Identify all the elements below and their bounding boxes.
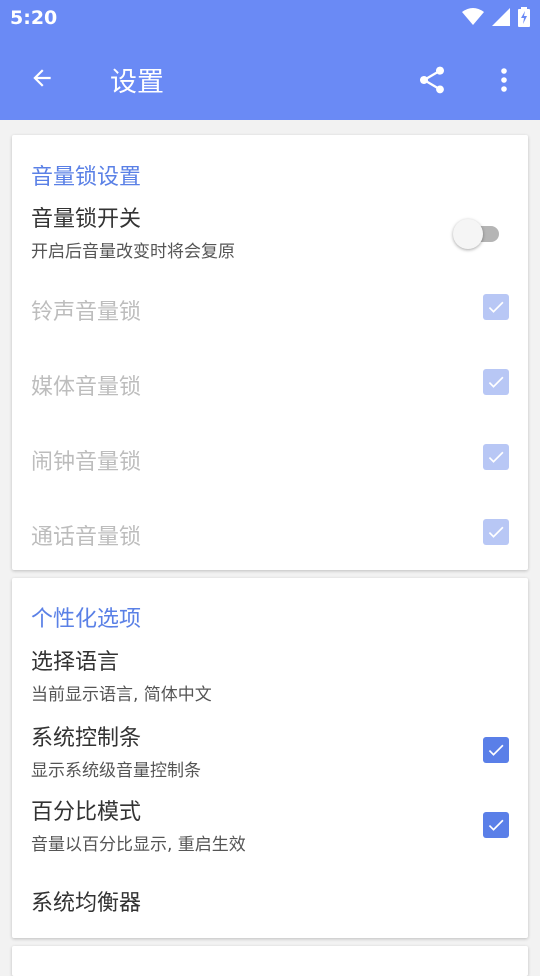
- more-vert-icon: [501, 68, 507, 92]
- equalizer-title: 系统均衡器: [31, 891, 142, 916]
- call-lock-checkbox[interactable]: [483, 519, 509, 545]
- language-title: 选择语言: [31, 650, 120, 675]
- equalizer-row[interactable]: 系统均衡器: [12, 876, 528, 930]
- status-bar: 5:20: [0, 0, 540, 36]
- percent-mode-row[interactable]: 百分比模式 音量以百分比显示, 重启生效: [12, 790, 528, 860]
- volume-lock-switch-summary: 开启后音量改变时将会复原: [31, 242, 235, 262]
- signal-icon: [492, 8, 510, 26]
- check-icon: [488, 526, 504, 538]
- share-icon: [420, 66, 444, 94]
- arrow-left-icon: [33, 69, 51, 87]
- status-icons: [462, 7, 530, 27]
- volume-lock-toggle[interactable]: [453, 219, 503, 249]
- volume-lock-card: 音量锁设置 音量锁开关 开启后音量改变时将会复原 铃声音量锁 媒体音量锁 闹钟音…: [12, 135, 528, 570]
- percent-mode-checkbox[interactable]: [483, 812, 509, 838]
- check-icon: [488, 376, 504, 388]
- section-title-volume-lock: 音量锁设置: [31, 165, 142, 190]
- battery-charging-icon: [518, 7, 530, 27]
- system-bar-checkbox[interactable]: [483, 737, 509, 763]
- section-title-personalization: 个性化选项: [31, 607, 142, 632]
- wifi-icon: [462, 8, 484, 25]
- system-bar-summary: 显示系统级音量控制条: [31, 761, 201, 781]
- alarm-lock-label: 闹钟音量锁: [31, 450, 142, 475]
- language-summary: 当前显示语言, 简体中文: [31, 685, 212, 705]
- check-icon: [488, 819, 504, 831]
- call-lock-row[interactable]: 通话音量锁: [12, 508, 528, 558]
- ringtone-lock-row[interactable]: 铃声音量锁: [12, 283, 528, 333]
- media-lock-label: 媒体音量锁: [31, 375, 142, 400]
- alarm-lock-checkbox[interactable]: [483, 444, 509, 470]
- call-lock-label: 通话音量锁: [31, 525, 142, 550]
- check-icon: [488, 451, 504, 463]
- language-row[interactable]: 选择语言 当前显示语言, 简体中文: [12, 640, 528, 710]
- personalization-card: 个性化选项 选择语言 当前显示语言, 简体中文 系统控制条 显示系统级音量控制条…: [12, 578, 528, 938]
- media-lock-checkbox[interactable]: [483, 369, 509, 395]
- system-bar-title: 系统控制条: [31, 726, 142, 751]
- ringtone-lock-label: 铃声音量锁: [31, 300, 142, 325]
- percent-mode-title: 百分比模式: [31, 800, 142, 825]
- status-time: 5:20: [10, 7, 58, 29]
- volume-lock-switch-row[interactable]: 音量锁开关 开启后音量改变时将会复原: [12, 195, 528, 267]
- ringtone-lock-checkbox[interactable]: [483, 294, 509, 320]
- check-icon: [488, 744, 504, 756]
- alarm-lock-row[interactable]: 闹钟音量锁: [12, 433, 528, 483]
- percent-mode-summary: 音量以百分比显示, 重启生效: [31, 835, 246, 855]
- toggle-thumb: [453, 219, 483, 249]
- system-bar-row[interactable]: 系统控制条 显示系统级音量控制条: [12, 716, 528, 786]
- volume-lock-switch-title: 音量锁开关: [31, 207, 142, 232]
- next-card: [12, 946, 528, 976]
- check-icon: [488, 301, 504, 313]
- back-button[interactable]: [22, 58, 62, 98]
- share-button[interactable]: [410, 58, 454, 102]
- media-lock-row[interactable]: 媒体音量锁: [12, 358, 528, 408]
- page-title: 设置: [110, 67, 164, 98]
- app-bar: 设置: [0, 36, 540, 120]
- more-options-button[interactable]: [488, 58, 520, 102]
